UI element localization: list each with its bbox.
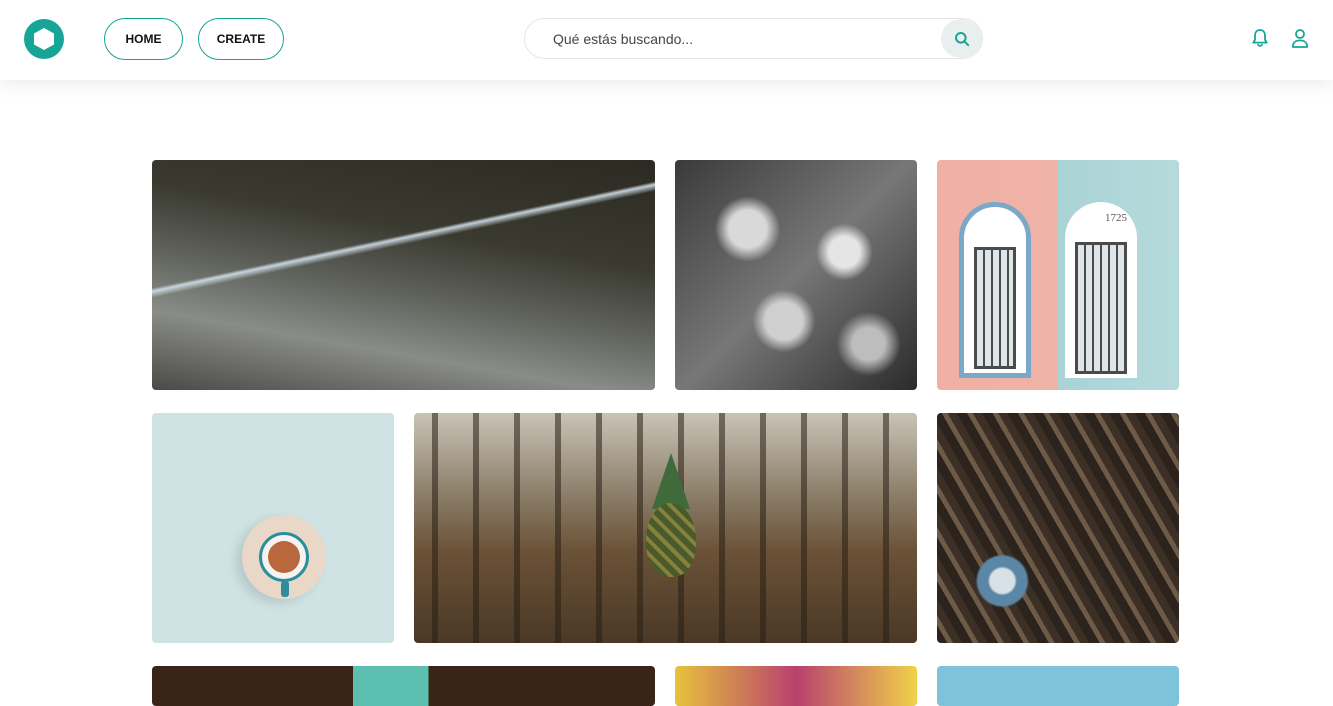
search-button[interactable] <box>941 19 982 58</box>
home-button[interactable]: HOME <box>104 18 183 60</box>
hexagon-logo-icon <box>34 28 54 50</box>
user-icon <box>1291 29 1309 48</box>
gallery-image-landscape[interactable] <box>675 160 917 390</box>
gallery-image-antiques[interactable] <box>937 413 1179 643</box>
gallery-image-partial[interactable] <box>937 666 1179 706</box>
create-button[interactable]: CREATE <box>198 18 284 60</box>
top-navigation-bar: HOME CREATE <box>0 0 1333 80</box>
door-illustration <box>1065 202 1137 378</box>
search-bar <box>524 18 983 59</box>
search-icon <box>954 31 969 46</box>
search-input[interactable] <box>553 19 933 58</box>
gallery-image-partial[interactable] <box>675 666 917 706</box>
gallery-image-pineapple[interactable] <box>414 413 917 643</box>
bell-icon <box>1252 29 1268 47</box>
gallery-image-tunnel[interactable] <box>152 160 655 390</box>
address-number: 1725 <box>1105 212 1127 224</box>
gallery-image-partial[interactable] <box>152 666 655 706</box>
profile-button[interactable] <box>1289 26 1311 50</box>
gallery-image-coffee[interactable] <box>152 413 394 643</box>
logo[interactable] <box>24 19 64 59</box>
notifications-button[interactable] <box>1249 26 1271 50</box>
gallery-image-doors[interactable]: 1725 <box>937 160 1179 390</box>
door-illustration <box>959 202 1031 378</box>
